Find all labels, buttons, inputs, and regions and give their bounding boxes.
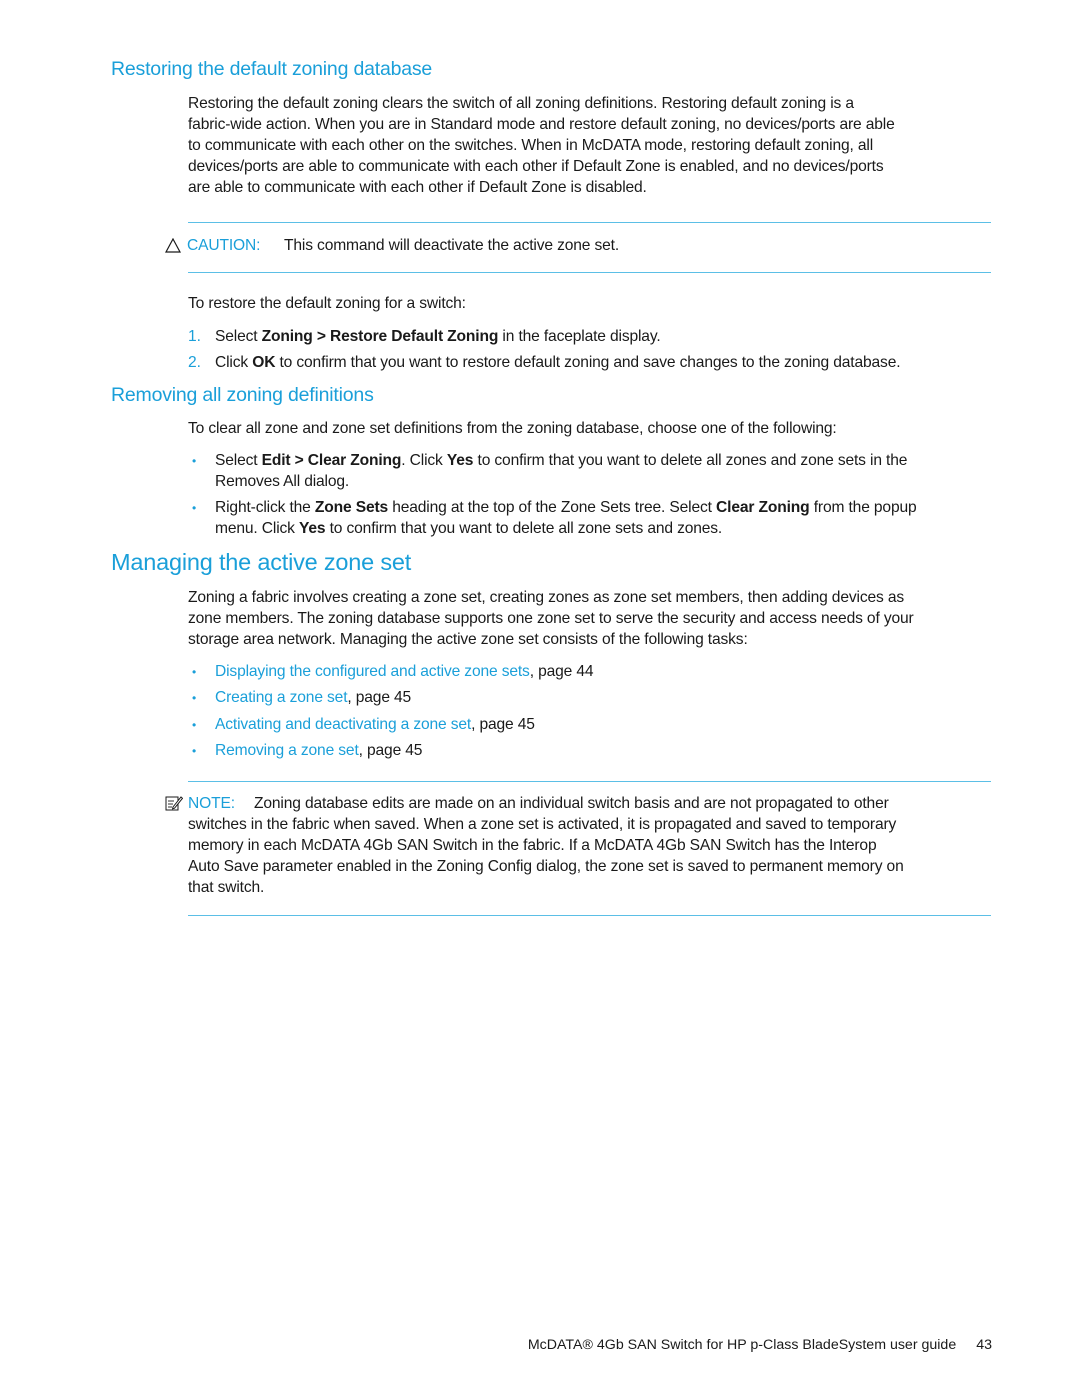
caution-text: This command will deactivate the active … [284, 237, 620, 254]
text: menu. Click [215, 520, 299, 537]
note-text-line: memory in each McDATA 4Gb SAN Switch in … [188, 837, 877, 854]
step-text-post: in the faceplate display. [498, 328, 661, 345]
bullet-icon: • [192, 691, 197, 705]
text-line: Zoning a fabric involves creating a zone… [188, 589, 904, 606]
divider [188, 272, 991, 273]
link-displaying-zone-sets[interactable]: Displaying the configured and active zon… [215, 663, 530, 680]
text-line: zone members. The zoning database suppor… [188, 610, 914, 627]
heading-removing-zoning-definitions: Removing all zoning definitions [111, 384, 374, 406]
text: to confirm that you want to delete all z… [473, 452, 908, 469]
button-name: Yes [299, 520, 326, 537]
note-text-line: switches in the fabric when saved. When … [188, 816, 897, 833]
menu-path: Edit > Clear Zoning [261, 452, 402, 469]
text: heading at the top of the Zone Sets tree… [388, 499, 717, 516]
page-reference: , page 45 [358, 742, 423, 759]
text-line: storage area network. Managing the activ… [188, 631, 748, 648]
caution-label: CAUTION: [187, 237, 261, 254]
text: Select [215, 452, 262, 469]
list-item-text: Select Edit > Clear Zoning. Click Yes to… [215, 450, 995, 471]
bullet-icon: • [192, 454, 197, 468]
note-text-line: Zoning database edits are made on an ind… [254, 795, 889, 812]
steps-intro: To restore the default zoning for a swit… [188, 295, 466, 312]
bullet-icon: • [192, 718, 197, 732]
list-item-text: Right-click the Zone Sets heading at the… [215, 497, 995, 518]
button-name: Yes [446, 452, 474, 469]
text-line: fabric-wide action. When you are in Stan… [188, 116, 895, 133]
heading-managing-active-zone-set: Managing the active zone set [111, 549, 412, 575]
text-line: are able to communicate with each other … [188, 179, 647, 196]
menu-path: Zoning > Restore Default Zoning [261, 328, 499, 345]
button-name: OK [252, 354, 276, 371]
remove-intro: To clear all zone and zone set definitio… [188, 420, 837, 437]
step-number: 2. [188, 354, 202, 371]
menu-item-name: Clear Zoning [716, 499, 810, 516]
list-item-text-line2: menu. Click Yes to confirm that you want… [215, 518, 995, 539]
text: to confirm that you want to delete all z… [325, 520, 723, 537]
divider [188, 222, 991, 223]
step-text: Click OK to confirm that you want to res… [215, 352, 995, 373]
bullet-icon: • [192, 501, 197, 515]
list-item-text: Removing a zone set, page 45 [215, 740, 995, 761]
page-number: 43 [976, 1337, 992, 1353]
list-item-text-line2: Removes All dialog. [215, 473, 350, 490]
step-text-pre: Select [215, 328, 262, 345]
text-line: devices/ports are able to communicate wi… [188, 158, 884, 175]
note-text-line: that switch. [188, 879, 265, 896]
list-item-text: Creating a zone set, page 45 [215, 687, 995, 708]
divider [188, 781, 991, 782]
step-number: 1. [188, 328, 202, 345]
text-line: Restoring the default zoning clears the … [188, 95, 854, 112]
text: . Click [401, 452, 447, 469]
heading-restoring-default-zoning: Restoring the default zoning database [111, 58, 433, 80]
text: Right-click the [215, 499, 315, 516]
link-activating-deactivating-zone-set[interactable]: Activating and deactivating a zone set [215, 716, 471, 733]
step-text-post: to confirm that you want to restore defa… [275, 354, 901, 371]
list-item-text: Displaying the configured and active zon… [215, 661, 995, 682]
text: from the popup [809, 499, 917, 516]
ui-element-name: Zone Sets [314, 499, 389, 516]
link-removing-zone-set[interactable]: Removing a zone set [215, 742, 359, 759]
note-label: NOTE: [188, 795, 235, 812]
footer-title: McDATA® 4Gb SAN Switch for HP p-Class Bl… [527, 1337, 957, 1353]
page-reference: , page 44 [529, 663, 594, 680]
step-text-pre: Click [215, 354, 253, 371]
note-text-line: Auto Save parameter enabled in the Zonin… [188, 858, 904, 875]
page-reference: , page 45 [471, 716, 535, 733]
link-creating-zone-set[interactable]: Creating a zone set [215, 689, 348, 706]
bullet-icon: • [192, 744, 197, 758]
page-footer: McDATA® 4Gb SAN Switch for HP p-Class Bl… [528, 1337, 992, 1353]
bullet-icon: • [192, 665, 197, 679]
note-pencil-icon [165, 795, 184, 816]
caution-triangle-icon [164, 237, 182, 258]
list-item-text: Activating and deactivating a zone set, … [215, 714, 995, 735]
step-text: Select Zoning > Restore Default Zoning i… [215, 326, 995, 347]
page-reference: , page 45 [347, 689, 412, 706]
divider [188, 915, 991, 916]
text-line: to communicate with each other on the sw… [188, 137, 874, 154]
